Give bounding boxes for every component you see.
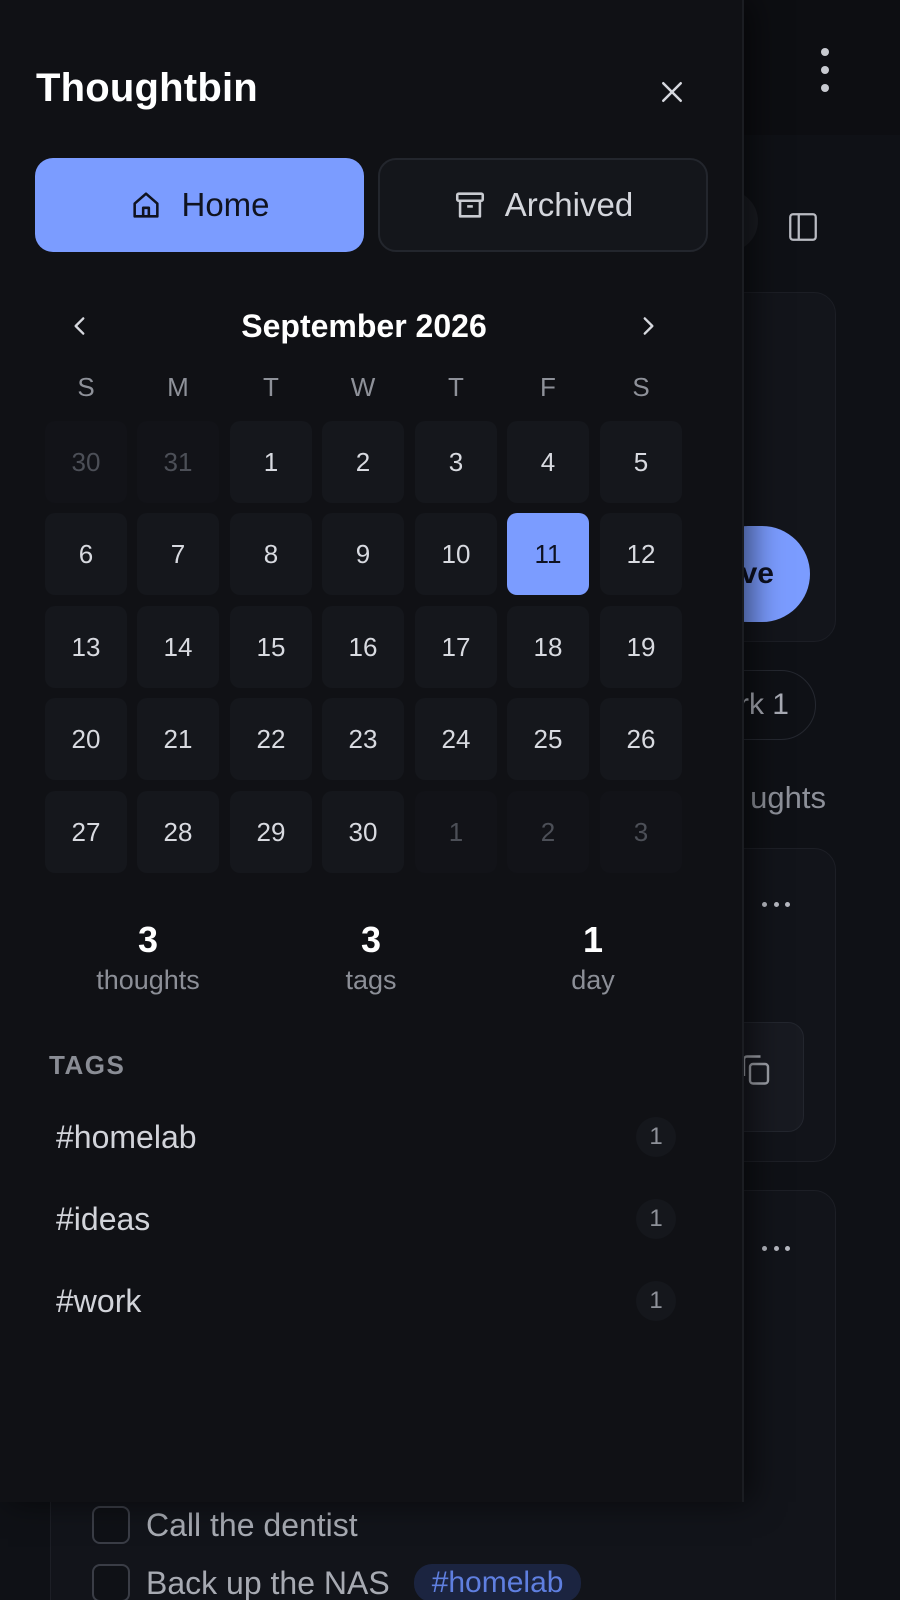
stat-value: 1 — [582, 919, 604, 960]
calendar-day[interactable]: 30 — [45, 421, 127, 503]
tags-heading: TAGS — [49, 1050, 126, 1080]
tag-item-homelab[interactable]: #homelab 1 — [44, 1104, 688, 1170]
tag-name: #ideas — [56, 1200, 151, 1237]
tag-item-work[interactable]: #work 1 — [44, 1268, 688, 1334]
weekday-label: S — [77, 372, 95, 402]
calendar-day-selected[interactable]: 11 — [507, 513, 589, 595]
weekday-label: T — [263, 372, 279, 402]
chevron-right-icon — [643, 317, 654, 335]
home-button[interactable]: Home — [35, 158, 364, 252]
previous-month-button[interactable] — [60, 306, 100, 346]
tag-count-badge: 1 — [636, 1281, 676, 1321]
calendar-day[interactable]: 21 — [137, 698, 219, 780]
calendar-day[interactable]: 18 — [507, 606, 589, 688]
app-title: Thoughtbin — [36, 66, 258, 110]
calendar-weekday-header: S M T W T F S — [45, 372, 685, 408]
calendar-day[interactable]: 23 — [322, 698, 404, 780]
stat-value: 3 — [137, 919, 159, 960]
weekday-label: M — [167, 372, 189, 402]
stat-label: day — [571, 965, 615, 995]
chevron-left-icon — [74, 317, 85, 335]
tag-item-ideas[interactable]: #ideas 1 — [44, 1186, 688, 1252]
stat-label: thoughts — [96, 965, 200, 995]
calendar-day[interactable]: 2 — [507, 791, 589, 873]
calendar-day[interactable]: 12 — [600, 513, 682, 595]
stat-tags: 3 tags — [261, 918, 481, 998]
calendar-day[interactable]: 22 — [230, 698, 312, 780]
task-label: Call the dentist — [146, 1506, 358, 1543]
close-icon — [662, 82, 682, 102]
weekday-label: W — [350, 372, 376, 402]
calendar-day[interactable]: 3 — [415, 421, 497, 503]
calendar-day[interactable]: 24 — [415, 698, 497, 780]
card-menu-icon[interactable] — [762, 902, 790, 908]
calendar-day[interactable]: 4 — [507, 421, 589, 503]
calendar-day[interactable]: 27 — [45, 791, 127, 873]
task-item[interactable]: Back up the NAS #homelab — [92, 1564, 582, 1600]
sidebar-toggle-icon[interactable] — [786, 210, 820, 244]
stat-thoughts: 3 thoughts — [38, 918, 258, 998]
tag-name: #work — [56, 1282, 142, 1319]
card-menu-icon[interactable] — [762, 1246, 790, 1252]
calendar-day[interactable]: 28 — [137, 791, 219, 873]
archived-label: Archived — [504, 186, 634, 223]
tag-name: #homelab — [56, 1118, 197, 1155]
calendar-day[interactable]: 29 — [230, 791, 312, 873]
weekday-label: T — [448, 372, 464, 402]
calendar-day[interactable]: 31 — [137, 421, 219, 503]
task-checkbox[interactable] — [92, 1564, 130, 1600]
task-checkbox[interactable] — [92, 1506, 130, 1544]
calendar-month-label: September 2026 — [241, 308, 487, 344]
home-icon — [133, 192, 160, 218]
calendar-day[interactable]: 16 — [322, 606, 404, 688]
stat-label: tags — [345, 965, 397, 995]
stat-days: 1 day — [483, 918, 703, 998]
home-label: Home — [181, 186, 270, 223]
archived-button[interactable]: Archived — [378, 158, 708, 252]
calendar-day[interactable]: 17 — [415, 606, 497, 688]
calendar-day[interactable]: 6 — [45, 513, 127, 595]
next-month-button[interactable] — [628, 306, 668, 346]
calendar-day[interactable]: 13 — [45, 606, 127, 688]
calendar-day[interactable]: 25 — [507, 698, 589, 780]
tag-count-badge: 1 — [636, 1199, 676, 1239]
calendar-day[interactable]: 1 — [230, 421, 312, 503]
calendar-day[interactable]: 9 — [322, 513, 404, 595]
close-button[interactable] — [652, 72, 692, 112]
stat-value: 3 — [360, 919, 382, 960]
calendar-day[interactable]: 26 — [600, 698, 682, 780]
calendar-day[interactable]: 10 — [415, 513, 497, 595]
weekday-label: F — [540, 372, 556, 402]
task-tag[interactable]: #homelab — [413, 1564, 582, 1600]
calendar-day[interactable]: 8 — [230, 513, 312, 595]
calendar-day[interactable]: 30 — [322, 791, 404, 873]
calendar-day[interactable]: 20 — [45, 698, 127, 780]
calendar-day[interactable]: 15 — [230, 606, 312, 688]
archive-icon — [455, 192, 484, 218]
calendar-day[interactable]: 7 — [137, 513, 219, 595]
calendar-day[interactable]: 19 — [600, 606, 682, 688]
tag-count-badge: 1 — [636, 1117, 676, 1157]
calendar-day[interactable]: 2 — [322, 421, 404, 503]
navigation-drawer: Thoughtbin Home Archived September 2026 … — [0, 0, 744, 1502]
calendar-day[interactable]: 5 — [600, 421, 682, 503]
calendar-day[interactable]: 3 — [600, 791, 682, 873]
calendar-day[interactable]: 1 — [415, 791, 497, 873]
more-options-icon[interactable] — [818, 48, 832, 92]
task-label: Back up the NAS — [146, 1564, 390, 1600]
task-item[interactable]: Call the dentist — [92, 1506, 358, 1544]
calendar-day[interactable]: 14 — [137, 606, 219, 688]
weekday-label: S — [632, 372, 650, 402]
